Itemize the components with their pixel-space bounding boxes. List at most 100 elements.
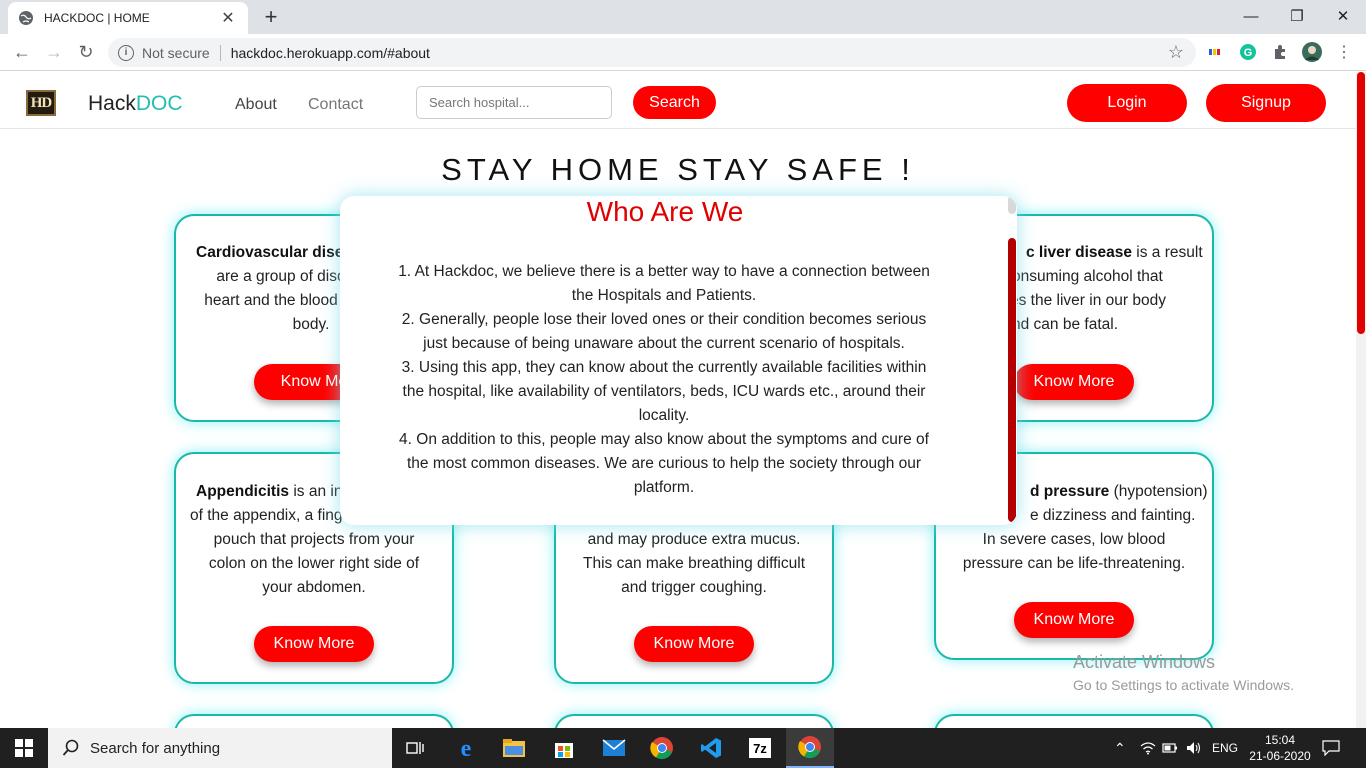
url-text[interactable]: hackdoc.herokuapp.com/#about xyxy=(231,45,430,61)
notification-icon[interactable] xyxy=(1322,728,1340,768)
disease-card xyxy=(554,714,834,728)
back-button[interactable]: ← xyxy=(10,40,34,64)
address-separator xyxy=(219,44,221,61)
card-text-line: heart and the blood xyxy=(204,292,338,309)
card-text-line: pressure can be life-threatening. xyxy=(962,555,1186,572)
brand-prefix: Hack xyxy=(88,92,136,115)
disease-card xyxy=(174,714,454,728)
grammarly-icon[interactable]: G xyxy=(1238,42,1258,62)
address-bar[interactable]: i Not secure hackdoc.herokuapp.com/#abou… xyxy=(108,38,1196,67)
card-text-line: nd can be fatal. xyxy=(1012,316,1118,333)
know-more-button[interactable]: Know More xyxy=(254,626,374,662)
tray-chevron-icon[interactable]: ⌃ xyxy=(1114,728,1126,768)
chrome-icon[interactable] xyxy=(638,728,686,768)
modal-paragraph: 4. On addition to this, people may also … xyxy=(399,431,929,496)
restore-button[interactable]: ❐ xyxy=(1274,0,1320,32)
7zip-icon[interactable]: 7z xyxy=(736,728,784,768)
file-explorer-icon[interactable] xyxy=(490,728,538,768)
web-page: HD HackDOC About Contact Search Login Si… xyxy=(0,72,1356,728)
extension-color-icon[interactable] xyxy=(1206,42,1226,62)
modal-scrollbar-thumb[interactable] xyxy=(1008,238,1016,522)
search-button[interactable]: Search xyxy=(633,86,716,119)
clock[interactable]: 15:04 21-06-2020 xyxy=(1248,728,1312,768)
card-title-rest: is an in xyxy=(289,483,343,500)
page-scrollbar-thumb[interactable] xyxy=(1357,72,1365,334)
battery-icon[interactable] xyxy=(1162,728,1178,768)
page-scrollbar[interactable] xyxy=(1356,72,1366,728)
info-icon[interactable]: i xyxy=(118,44,134,61)
page-headline: STAY HOME STAY SAFE ! xyxy=(441,152,915,187)
card-text-line: e dizziness and fainting. xyxy=(1030,507,1196,524)
task-view-icon[interactable] xyxy=(392,728,440,768)
site-logo[interactable]: HD xyxy=(26,90,56,116)
bookmark-star-icon[interactable]: ☆ xyxy=(1168,42,1184,63)
svg-text:e: e xyxy=(461,736,472,760)
card-text-line: This can make breathing difficult xyxy=(583,555,805,572)
chrome-active-icon[interactable] xyxy=(786,728,834,768)
card-text-line: and trigger coughing. xyxy=(621,579,767,596)
forward-button[interactable]: → xyxy=(42,40,66,64)
clock-time: 15:04 xyxy=(1264,733,1296,747)
know-more-button[interactable]: Know More xyxy=(1014,602,1134,638)
reload-button[interactable]: ↻ xyxy=(74,40,98,64)
card-description: c liver disease is a result xyxy=(1026,241,1216,265)
modal-scrollbar[interactable] xyxy=(1007,196,1017,525)
activate-windows-subtitle: Go to Settings to activate Windows. xyxy=(1073,677,1294,693)
modal-paragraph: 3. Using this app, they can know about t… xyxy=(401,359,927,424)
card-title-rest: is a result xyxy=(1132,244,1203,261)
site-navbar: HD HackDOC About Contact Search Login Si… xyxy=(0,72,1356,129)
taskbar-search-text: Search for anything xyxy=(90,739,221,757)
volume-icon[interactable] xyxy=(1186,728,1202,768)
card-text-line: your abdomen. xyxy=(262,579,366,596)
card-description: d pressure (hypotension) xyxy=(1030,480,1216,504)
menu-dots-icon[interactable]: ⋮ xyxy=(1334,42,1354,62)
hospital-search-input[interactable] xyxy=(416,86,612,119)
language-indicator[interactable]: ENG xyxy=(1212,728,1238,768)
activate-windows-title: Activate Windows xyxy=(1073,652,1216,672)
tab-title: HACKDOC | HOME xyxy=(44,11,150,25)
card-text-line: body. xyxy=(292,316,330,333)
browser-tabstrip: HACKDOC | HOME ✕ + — ❐ ✕ xyxy=(0,0,1366,34)
login-button[interactable]: Login xyxy=(1067,84,1187,122)
search-icon xyxy=(62,739,79,756)
tab-close-icon[interactable]: ✕ xyxy=(218,8,238,28)
taskbar-search-box[interactable]: Search for anything xyxy=(48,728,392,768)
card-title-rest: (hypotension) xyxy=(1109,483,1208,500)
minimize-button[interactable]: — xyxy=(1228,0,1274,32)
vscode-icon[interactable] xyxy=(687,728,735,768)
clock-date: 21-06-2020 xyxy=(1249,749,1311,763)
modal-title: Who Are We xyxy=(586,196,744,227)
edge-browser-icon[interactable]: e xyxy=(442,728,490,768)
store-icon[interactable] xyxy=(540,728,588,768)
browser-tab[interactable]: HACKDOC | HOME ✕ xyxy=(8,2,248,34)
security-label: Not secure xyxy=(142,44,210,61)
modal-scrollbar-track-top xyxy=(1008,196,1016,214)
card-text-line: of the appendix, a fing xyxy=(190,507,343,524)
mail-icon[interactable] xyxy=(590,728,638,768)
card-title: c liver disease xyxy=(1026,244,1132,261)
windows-start-icon[interactable] xyxy=(0,728,48,768)
browser-toolbar: ← → ↻ i Not secure hackdoc.herokuapp.com… xyxy=(0,34,1366,71)
svg-text:G: G xyxy=(1244,47,1253,59)
site-brand[interactable]: HackDOC xyxy=(88,92,183,116)
card-text-line: and may produce extra mucus. xyxy=(587,531,801,548)
know-more-button[interactable]: Know More xyxy=(1014,364,1134,400)
card-text-line: In severe cases, low blood xyxy=(982,531,1166,548)
card-text-line: onsuming alcohol that xyxy=(1012,268,1163,285)
extensions-puzzle-icon[interactable] xyxy=(1270,42,1290,62)
modal-body: 1. At Hackdoc, we believe there is a bet… xyxy=(398,260,930,500)
new-tab-button[interactable]: + xyxy=(260,4,282,30)
signup-button[interactable]: Signup xyxy=(1206,84,1326,122)
close-window-button[interactable]: ✕ xyxy=(1320,0,1366,32)
modal-paragraph: 2. Generally, people lose their loved on… xyxy=(401,311,927,352)
nav-about-link[interactable]: About xyxy=(235,96,277,114)
card-title: Appendicitis xyxy=(196,483,290,500)
card-title: Cardiovascular dise xyxy=(196,244,344,261)
card-title: d pressure xyxy=(1030,483,1110,500)
card-text-line: pouch that projects from your xyxy=(213,531,415,548)
nav-contact-link[interactable]: Contact xyxy=(308,96,363,114)
know-more-button[interactable]: Know More xyxy=(634,626,754,662)
disease-card xyxy=(934,714,1214,728)
network-icon[interactable] xyxy=(1140,728,1156,768)
profile-avatar[interactable] xyxy=(1302,42,1322,62)
